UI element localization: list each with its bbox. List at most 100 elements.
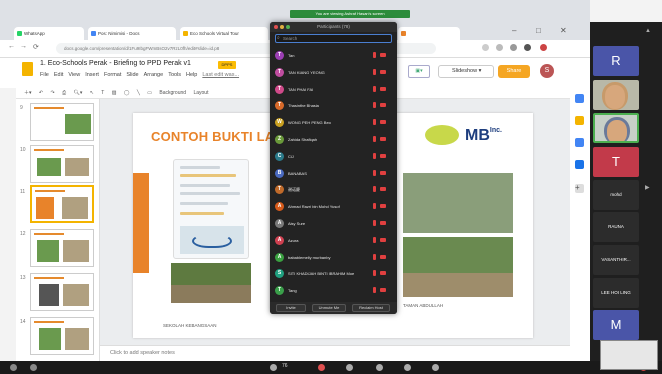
minimize-icon[interactable]: – (512, 26, 516, 35)
reclaim-host-button[interactable]: Reclaim Host (352, 304, 390, 312)
participants-icon[interactable] (270, 364, 277, 371)
last-edit-link[interactable]: Last edit was... (202, 72, 239, 78)
star-icon[interactable] (496, 44, 503, 51)
textbox-icon[interactable]: T (101, 90, 104, 96)
menu-slide[interactable]: Slide (126, 72, 138, 78)
reactions-icon[interactable] (404, 364, 411, 371)
present-options-icon[interactable]: ▣▾ (408, 65, 430, 78)
slide-thumbnail[interactable] (30, 317, 94, 355)
menu-insert[interactable]: Insert (85, 72, 99, 78)
self-view-thumbnail[interactable] (600, 340, 658, 370)
participant-row[interactable]: T Thasinthe Bhasia (274, 100, 393, 111)
add-slide-icon[interactable]: ＋▾ (24, 90, 32, 96)
participant-row[interactable]: Ababablemelly murbanby (274, 252, 393, 263)
participant-tile[interactable]: RAUNA (593, 212, 639, 242)
maximize-dot-icon[interactable] (286, 25, 290, 29)
tile-name: VASANTHIR... (601, 257, 631, 262)
share-screen-icon[interactable] (318, 364, 325, 371)
shape-icon[interactable]: ◯ (124, 90, 130, 96)
speaker-notes[interactable]: Click to add speaker notes (100, 345, 570, 361)
participant-tile[interactable]: VASANTHIR... (593, 245, 639, 275)
participant-row[interactable]: Z Zahida Shafiqah (274, 134, 393, 145)
participant-row[interactable]: A Ahmad Razri bin Mohd Yusof (274, 201, 393, 212)
tasks-icon[interactable] (575, 138, 584, 147)
participant-tile[interactable]: mohd (593, 180, 639, 210)
keep-icon[interactable] (575, 116, 584, 125)
menu-tools[interactable]: Tools (168, 72, 181, 78)
chevron-up-icon[interactable]: ▲ (645, 28, 651, 34)
add-addon-icon[interactable]: + (575, 184, 584, 193)
video-icon[interactable] (30, 364, 37, 371)
slide-accent-bar (133, 173, 149, 273)
slide-thumbnail[interactable] (30, 103, 94, 141)
calendar-icon[interactable] (575, 94, 584, 103)
tab-more[interactable] (398, 27, 460, 40)
chat-icon[interactable] (346, 364, 353, 371)
participant-row[interactable]: B BANABAS (274, 168, 393, 179)
invite-button[interactable]: Invite (276, 304, 306, 312)
toolbar-background[interactable]: Background (159, 90, 186, 96)
participant-tile[interactable]: M (593, 310, 639, 340)
unmute-me-button[interactable]: Unmute Me (312, 304, 346, 312)
puzzle-icon[interactable] (510, 44, 517, 51)
slide-thumbnail[interactable] (30, 273, 94, 311)
participant-row[interactable]: S SITI KHADIJAH BINTI IBRAHIM Moe (274, 268, 393, 279)
participant-row[interactable]: T 谢诺慶 (274, 184, 393, 195)
tab-docs[interactable]: Pos: Nimimisi - Docs (88, 27, 176, 40)
comment-icon[interactable]: ▭ (147, 90, 152, 96)
participant-tile[interactable]: LEE HOI LING (593, 278, 639, 308)
contacts-icon[interactable] (575, 160, 584, 169)
select-icon[interactable]: ↖ (90, 90, 94, 96)
avatar[interactable]: S (540, 64, 554, 78)
participant-row[interactable]: T Tang (274, 285, 393, 296)
participant-tile-speaking[interactable] (593, 113, 639, 143)
menu-file[interactable]: File (40, 72, 49, 78)
participant-row[interactable]: A Azura (274, 235, 393, 246)
profile-icon[interactable] (524, 44, 531, 51)
zoom-icon[interactable]: 🔍︎▾ (74, 90, 83, 96)
participant-search-input[interactable]: ⌕ Search (275, 34, 392, 43)
image-icon[interactable]: ▨ (112, 90, 117, 96)
participant-row[interactable]: W WONG PEH PENG Beo (274, 117, 393, 128)
participant-avatar: T (275, 51, 284, 60)
participant-row[interactable]: A Aisy Sure (274, 218, 393, 229)
forward-icon[interactable]: → (20, 43, 27, 50)
toolbar-layout[interactable]: Layout (193, 90, 208, 96)
participant-row[interactable]: T TAN KIANG YEONG (274, 67, 393, 78)
undo-icon[interactable]: ↶ (39, 90, 43, 96)
tab-whatsapp[interactable]: WhatsApp (14, 27, 84, 40)
slideshow-button[interactable]: Slideshow ▾ (438, 65, 494, 78)
menu-view[interactable]: View (68, 72, 80, 78)
participant-tile[interactable]: T (593, 147, 639, 177)
close-icon[interactable]: ✕ (560, 26, 567, 35)
doc-title[interactable]: 1. Eco-Schools Perak - Briefing to PPD P… (40, 60, 191, 67)
slide-thumbnail-selected[interactable] (30, 185, 94, 223)
minimize-dot-icon[interactable] (280, 25, 284, 29)
reload-icon[interactable]: ⟳ (33, 43, 39, 51)
more-icon[interactable] (432, 364, 439, 371)
participant-tile[interactable]: R (593, 46, 639, 76)
slide-thumbnail[interactable] (30, 145, 94, 183)
participant-row[interactable]: C CiJ (274, 151, 393, 162)
account-icon[interactable] (540, 44, 547, 51)
participant-row[interactable]: T Tan (274, 50, 393, 61)
slide-thumbnail[interactable] (30, 229, 94, 267)
tab-eco-schools[interactable]: Eco Schools Virtual Tour (180, 27, 268, 40)
menu-format[interactable]: Format (104, 72, 121, 78)
participant-tile-video[interactable] (593, 80, 639, 110)
line-icon[interactable]: ╲ (137, 90, 140, 96)
record-icon[interactable] (376, 364, 383, 371)
maximize-icon[interactable]: □ (536, 26, 541, 35)
mute-icon[interactable] (10, 364, 17, 371)
participant-row[interactable]: T TAN PHAI FAI (274, 84, 393, 95)
close-dot-icon[interactable] (274, 25, 278, 29)
print-icon[interactable]: ⎙ (62, 90, 66, 96)
redo-icon[interactable]: ↷ (51, 90, 55, 96)
back-icon[interactable]: ← (8, 43, 15, 50)
chevron-right-icon[interactable]: ▶ (645, 184, 650, 191)
menu-edit[interactable]: Edit (54, 72, 63, 78)
extension-icon[interactable] (482, 44, 489, 51)
menu-arrange[interactable]: Arrange (144, 72, 164, 78)
share-button[interactable]: Share (498, 65, 530, 78)
menu-help[interactable]: Help (186, 72, 197, 78)
